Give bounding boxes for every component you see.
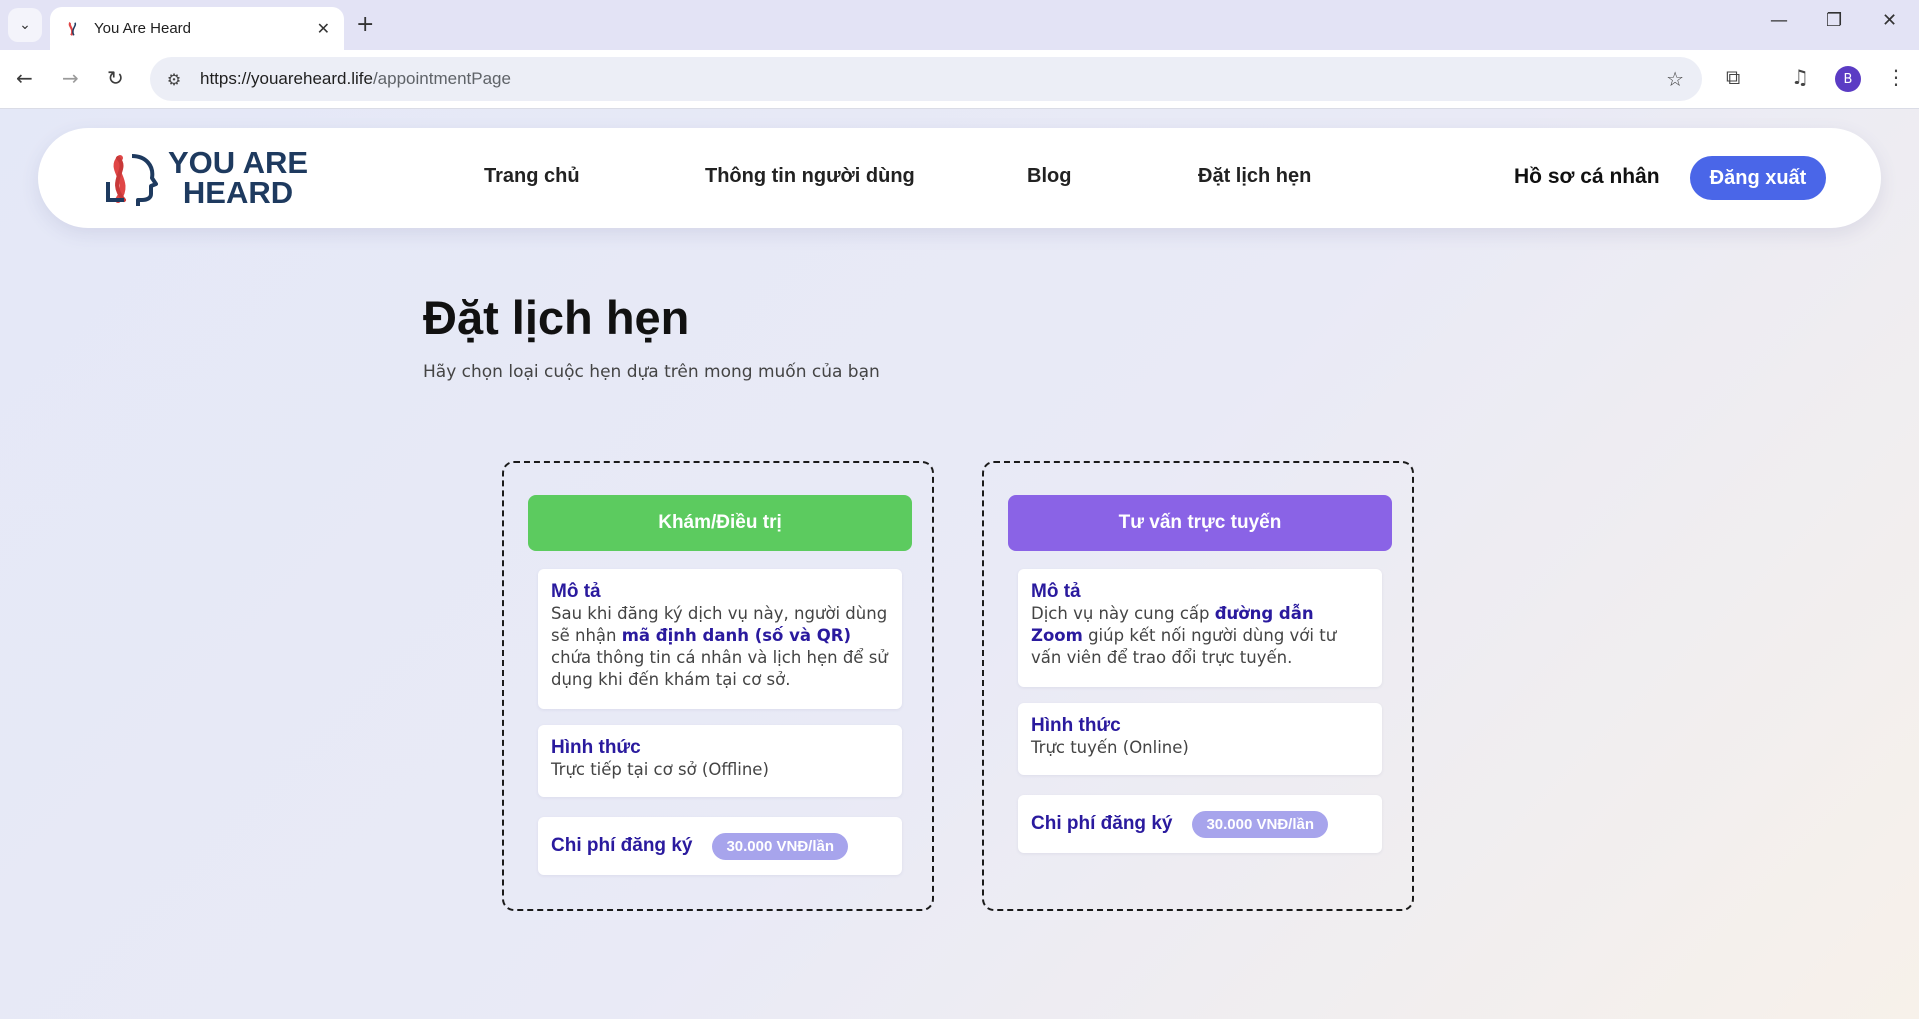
site-info-icon[interactable]: ⚙ [164,69,184,89]
more-menu-icon[interactable]: ⋮ [1886,65,1906,89]
description-box: Mô tả Sau khi đăng ký dịch vụ này, người… [538,569,902,709]
format-label: Hình thức [1031,715,1121,736]
close-tab-icon[interactable]: ✕ [317,19,330,38]
fee-box: Chi phí đăng ký 30.000 VNĐ/lần [538,817,902,875]
fee-badge: 30.000 VNĐ/lần [1192,810,1329,838]
description-label: Mô tả [551,581,601,602]
fee-box: Chi phí đăng ký 30.000 VNĐ/lần [1018,795,1382,853]
close-window-icon[interactable]: ✕ [1882,10,1897,31]
forward-icon[interactable]: → [62,66,79,90]
fee-label: Chi phí đăng ký [551,835,693,856]
description-box: Mô tả Dịch vụ này cung cấp đường dẫn Zoo… [1018,569,1382,687]
description-text: Sau khi đăng ký dịch vụ này, người dùng … [551,604,888,689]
profile-avatar[interactable]: B [1835,66,1861,92]
site-header: YOU ARE HEARD Trang chủ Thông tin người … [38,128,1881,228]
nav-appointment[interactable]: Đặt lịch hẹn [1198,165,1311,188]
page-subtitle: Hãy chọn loại cuộc hẹn dựa trên mong muố… [423,362,880,382]
fee-label: Chi phí đăng ký [1031,813,1173,834]
extensions-icon[interactable]: ⧉ [1726,65,1740,89]
url-text[interactable]: https://youareheard.life/appointmentPage [200,69,511,89]
logo-icon[interactable] [98,148,158,208]
nav-home[interactable]: Trang chủ [484,165,580,188]
restore-icon[interactable]: ❐ [1826,10,1842,31]
online-option-button[interactable]: Tư vấn trực tuyến [1008,495,1392,551]
appointment-card-online: Tư vấn trực tuyến Mô tả Dịch vụ này cung… [982,461,1414,911]
description-text: Dịch vụ này cung cấp đường dẫn Zoom giúp… [1031,604,1337,667]
nav-blog[interactable]: Blog [1027,165,1071,188]
format-value: Trực tiếp tại cơ sở (Offline) [551,760,769,779]
media-controls-icon[interactable]: ♫ [1791,65,1809,89]
description-label: Mô tả [1031,581,1081,602]
format-label: Hình thức [551,737,641,758]
format-box: Hình thức Trực tuyến (Online) [1018,703,1382,775]
fee-badge: 30.000 VNĐ/lần [712,832,849,860]
logout-button[interactable]: Đăng xuất [1690,156,1826,200]
format-value: Trực tuyến (Online) [1031,738,1189,757]
reload-icon[interactable]: ↻ [107,66,124,90]
new-tab-icon[interactable]: + [356,12,374,37]
browser-toolbar: ← → ↻ ⚙ https://youareheard.life/appoint… [0,50,1919,109]
site-favicon-icon [68,21,77,36]
page-title: Đặt lịch hẹn [423,291,690,344]
bookmark-star-icon[interactable]: ☆ [1666,67,1684,91]
clinic-option-button[interactable]: Khám/Điều trị [528,495,912,551]
nav-user-info[interactable]: Thông tin người dùng [705,165,915,188]
back-icon[interactable]: ← [16,66,33,90]
appointment-card-clinic: Khám/Điều trị Mô tả Sau khi đăng ký dịch… [502,461,934,911]
browser-tabbar: ⌄ You Are Heard ✕ + — ❐ ✕ [0,0,1919,50]
format-box: Hình thức Trực tiếp tại cơ sở (Offline) [538,725,902,797]
browser-tab[interactable]: You Are Heard ✕ [50,7,344,50]
chevron-down-icon: ⌄ [19,17,31,33]
logo-text[interactable]: YOU ARE HEARD [168,147,308,208]
profile-link[interactable]: Hồ sơ cá nhân [1514,165,1660,189]
tab-title: You Are Heard [94,20,192,37]
address-bar[interactable]: ⚙ https://youareheard.life/appointmentPa… [150,57,1702,101]
minimize-icon[interactable]: — [1770,10,1788,31]
tab-list-button[interactable]: ⌄ [8,8,42,42]
